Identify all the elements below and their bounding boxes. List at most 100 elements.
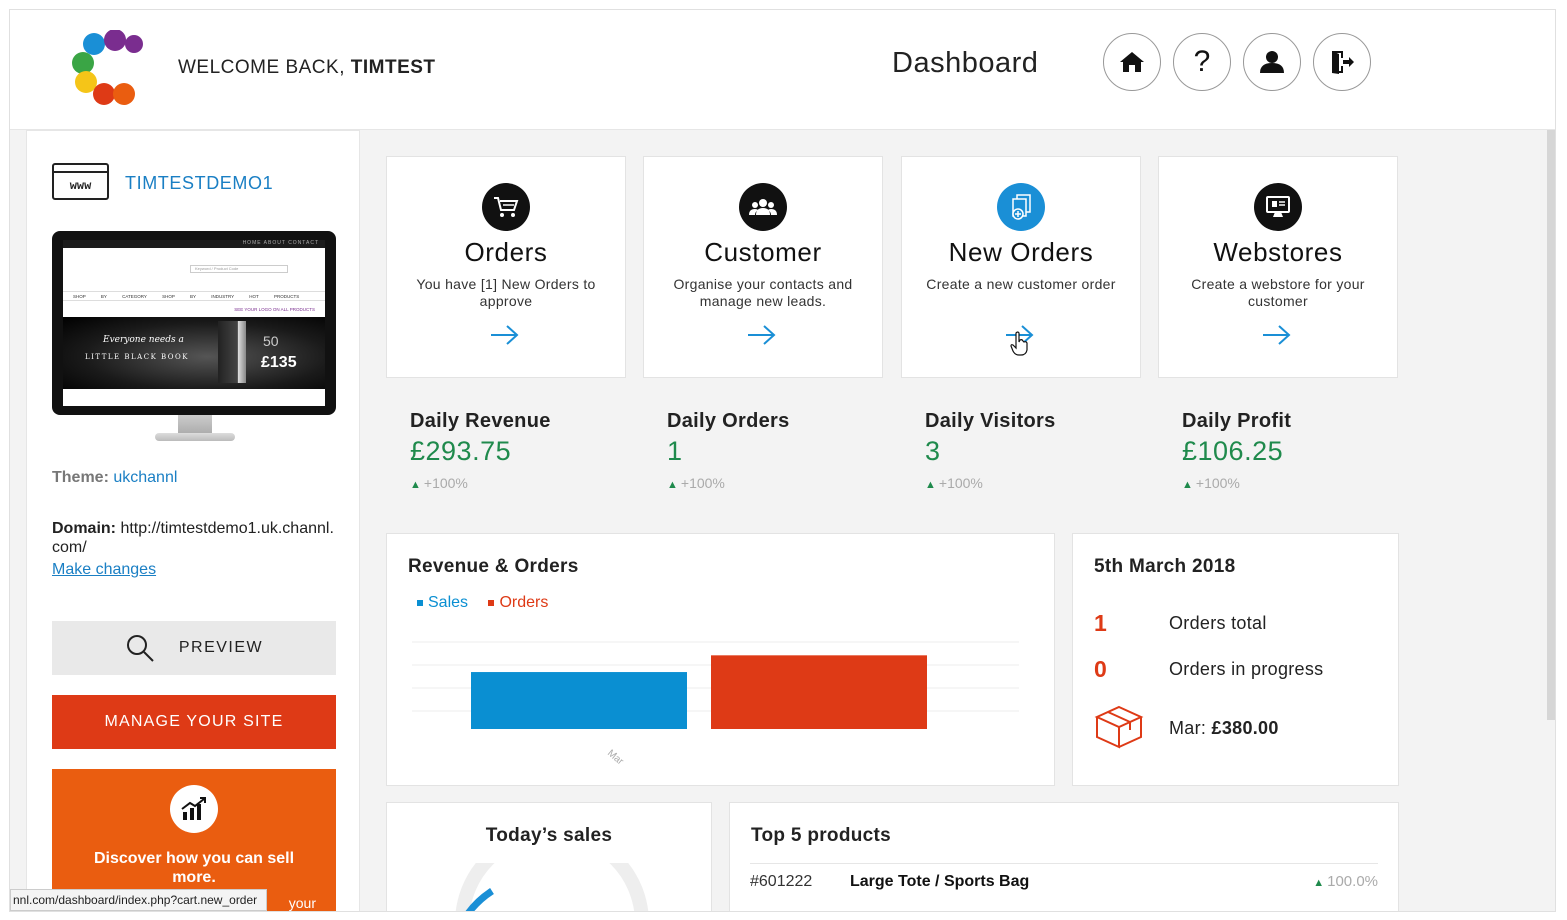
hero-line1: Everyone needs a: [103, 335, 184, 345]
stat-value: 1: [667, 436, 683, 466]
up-triangle-icon: ▲: [667, 479, 678, 491]
help-button[interactable]: ?: [1173, 33, 1231, 91]
stat-label: Daily Revenue: [410, 410, 551, 432]
www-icon: www: [52, 163, 109, 200]
logout-button[interactable]: [1313, 33, 1371, 91]
top-bar: WELCOME BACK, TIMTEST Dashboard ?: [10, 10, 1555, 130]
product-code: #601222: [750, 873, 813, 890]
store-preview-monitor: HOME ABOUT CONTACT Keyword / Product Cod…: [52, 231, 336, 445]
top-products-panel: Top 5 products #601222 Large Tote / Spor…: [729, 802, 1399, 911]
product-row[interactable]: #601222 Large Tote / Sports Bag ▲ 100.0%: [750, 863, 1378, 899]
scrollbar[interactable]: [1547, 130, 1555, 720]
month-value: £380.00: [1211, 718, 1279, 738]
tile-description: Create a webstore for your customer: [1191, 276, 1365, 309]
up-triangle-icon: ▲: [410, 479, 421, 491]
chart-legend: Sales Orders: [417, 594, 564, 612]
customer-tile[interactable]: Customer Organise your contacts and mana…: [643, 156, 883, 378]
hero-line2: LITTLE BLACK BOOK: [85, 353, 190, 361]
account-button[interactable]: [1243, 33, 1301, 91]
home-button[interactable]: [1103, 33, 1161, 91]
panel-title: Revenue & Orders: [408, 556, 579, 577]
orders-total-count: 1: [1094, 610, 1107, 636]
tile-title: Webstores: [1213, 237, 1343, 267]
orders-tile[interactable]: Orders You have [1] New Orders to approv…: [386, 156, 626, 378]
tile-title: Customer: [704, 237, 822, 267]
sales-gauge: [455, 863, 649, 911]
make-changes-link[interactable]: Make changes: [52, 561, 156, 579]
help-icon: ?: [1193, 45, 1211, 78]
stat-label: Daily Visitors: [925, 410, 1056, 432]
x-tick-label: Mar: [605, 748, 626, 768]
product-name: Large Tote / Sports Bag: [850, 873, 1030, 890]
stat-label: Daily Orders: [667, 410, 790, 432]
cart-icon: [482, 183, 530, 231]
new-orders-tile[interactable]: New Orders Create a new customer order: [901, 156, 1141, 378]
summary-date: 5th March 2018: [1094, 556, 1236, 577]
welcome-message: WELCOME BACK, TIMTEST: [178, 57, 436, 79]
orders-total-label: Orders total: [1169, 613, 1267, 633]
preview-nav-links: HOME ABOUT CONTACT: [63, 240, 325, 248]
todays-sales-panel: Today’s sales: [386, 802, 712, 911]
stat-value: £293.75: [410, 436, 512, 466]
product-change: 100.0%: [1327, 873, 1378, 890]
preview-button[interactable]: PREVIEW: [52, 621, 336, 675]
theme-row: Theme: ukchannl: [52, 469, 177, 487]
tile-title: New Orders: [948, 237, 1094, 267]
stat-daily-revenue: Daily Revenue £293.75 ▲ +100%: [410, 410, 640, 491]
panel-title: Today’s sales: [485, 825, 613, 846]
stat-change: +100%: [680, 475, 725, 491]
user-icon: [1260, 51, 1284, 73]
legend-item-orders[interactable]: Orders: [488, 594, 548, 611]
revenue-orders-panel: Revenue & Orders Sales Orders Mar: [386, 533, 1055, 786]
box-icon: [1094, 705, 1144, 749]
theme-value[interactable]: ukchannl: [113, 469, 177, 486]
domain-row: Domain: http://timtestdemo1.uk.channl.co…: [52, 519, 336, 557]
monitor-icon: [1254, 183, 1302, 231]
preview-logo-line: SEE YOUR LOGO ON ALL PRODUCTS: [234, 307, 315, 312]
preview-search: Keyword / Product Code: [190, 265, 288, 273]
manage-site-button[interactable]: MANAGE YOUR SITE: [52, 695, 336, 749]
panel-title: Top 5 products: [751, 825, 892, 846]
stat-value: £106.25: [1182, 436, 1284, 466]
logout-icon: [1332, 51, 1354, 74]
people-icon: [739, 183, 787, 231]
hero-price: £135: [261, 354, 297, 371]
up-triangle-icon: ▲: [925, 479, 936, 491]
bar-orders[interactable]: [711, 655, 927, 729]
stat-daily-visitors: Daily Visitors 3 ▲ +100%: [925, 410, 1155, 491]
domain-label: Domain:: [52, 520, 116, 537]
month-total: Mar: £380.00: [1169, 718, 1279, 739]
status-bar-url: nnl.com/dashboard/index.php?cart.new_ord…: [10, 889, 267, 911]
daily-summary-panel: 5th March 2018 1 Orders total 0 Orders i…: [1072, 533, 1399, 786]
arrow-right-icon[interactable]: [487, 323, 523, 347]
store-name[interactable]: TIMTESTDEMO1: [125, 173, 273, 194]
channl-logo: [72, 30, 143, 105]
stat-daily-profit: Daily Profit £106.25 ▲ +100%: [1182, 410, 1412, 491]
preview-hero-banner: Everyone needs a LITTLE BLACK BOOK 50 £1…: [63, 317, 325, 389]
orders-in-progress-count: 0: [1094, 656, 1107, 682]
webstores-tile[interactable]: Webstores Create a webstore for your cus…: [1158, 156, 1398, 378]
stat-label: Daily Profit: [1182, 410, 1292, 432]
stat-value: 3: [925, 436, 941, 466]
arrow-right-icon[interactable]: [1259, 323, 1295, 347]
legend-item-sales[interactable]: Sales: [417, 594, 468, 611]
growth-chart-icon: [170, 785, 218, 833]
store-preview-screen: HOME ABOUT CONTACT Keyword / Product Cod…: [63, 240, 325, 406]
revenue-orders-chart: Mar: [412, 641, 1019, 768]
up-triangle-icon: ▲: [1182, 479, 1193, 491]
bar-sales[interactable]: [471, 672, 687, 729]
arrow-right-icon[interactable]: [744, 323, 780, 347]
up-triangle-icon: ▲: [1313, 877, 1325, 889]
preview-menu: SHOP BY CATEGORY SHOP BY INDUSTRY HOT PR…: [63, 291, 325, 301]
hand-cursor-icon: [1010, 331, 1028, 356]
tile-description: You have [1] New Orders to approve: [416, 276, 596, 309]
app-window: WELCOME BACK, TIMTEST Dashboard ? www TI…: [9, 9, 1556, 912]
home-icon: [1120, 52, 1144, 72]
preview-label: PREVIEW: [178, 639, 264, 656]
tile-description: Organise your contacts and manage new le…: [673, 276, 853, 309]
month-label: Mar:: [1169, 718, 1207, 738]
tile-title: Orders: [464, 237, 548, 267]
promo-text: Discover how you can sell more.: [93, 850, 295, 886]
orders-in-progress-label: Orders in progress: [1169, 659, 1324, 679]
username: TIMTEST: [350, 57, 436, 78]
